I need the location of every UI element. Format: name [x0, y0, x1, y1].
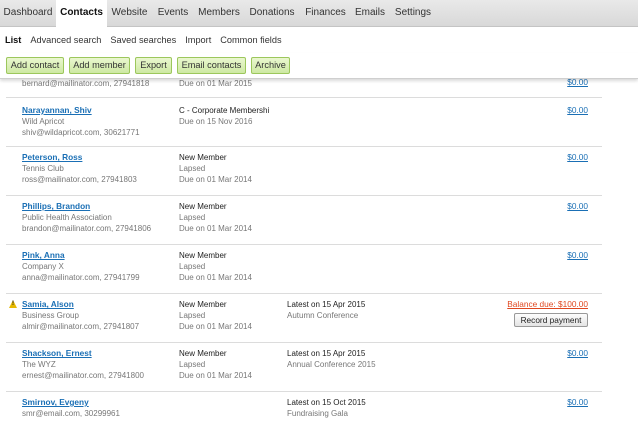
membership-level: New Member — [179, 202, 227, 211]
membership-due: Due on 01 Mar 2015 — [179, 79, 252, 88]
contact-row[interactable]: Smirnov, Evgeny smr@email.com, 30299961 … — [6, 392, 602, 429]
latest-event-name: Autumn Conference — [287, 311, 359, 320]
amount-link[interactable]: $0.00 — [567, 397, 588, 408]
contact-row[interactable]: bernard@mailinator.com, 27941818 Due on … — [6, 79, 602, 98]
contact-email: anna@mailinator.com, 27941799 — [22, 273, 140, 282]
contact-row[interactable]: Narayannan, Shiv Wild Apricot shiv@wilda… — [6, 98, 602, 147]
membership-due: Due on 15 Nov 2016 — [179, 117, 253, 126]
balance-due-link[interactable]: Balance due: $100.00 — [507, 299, 588, 310]
contacts-subnav: List Advanced search Saved searches Impo… — [0, 27, 638, 53]
tab-emails[interactable]: Emails — [351, 0, 389, 27]
contact-row[interactable]: Shackson, Ernest The WYZ ernest@mailinat… — [6, 343, 602, 392]
membership-due: Due on 01 Mar 2014 — [179, 322, 252, 331]
contacts-toolbar: Add contact Add member Export Email cont… — [0, 53, 638, 79]
add-member-button[interactable]: Add member — [69, 57, 130, 74]
contact-email: shiv@wildapricot.com, 30621771 — [22, 128, 140, 137]
latest-event-name: Annual Conference 2015 — [287, 360, 376, 369]
contact-name-link[interactable]: Phillips, Brandon — [22, 201, 90, 212]
latest-event-name: Fundraising Gala — [287, 409, 348, 418]
contact-organization: Company X — [22, 262, 64, 271]
membership-status: Lapsed — [179, 262, 206, 271]
tab-contacts[interactable]: Contacts — [56, 0, 107, 27]
contact-name-link[interactable]: Shackson, Ernest — [22, 348, 92, 359]
amount-link[interactable]: $0.00 — [567, 105, 588, 116]
email-contacts-button[interactable]: Email contacts — [177, 57, 246, 74]
archive-button[interactable]: Archive — [251, 57, 290, 74]
add-contact-button[interactable]: Add contact — [6, 57, 64, 74]
amount-link[interactable]: $0.00 — [567, 79, 588, 88]
membership-level: New Member — [179, 251, 227, 260]
tab-finances[interactable]: Finances — [300, 0, 351, 27]
membership-level: C - Corporate Membershi — [179, 106, 270, 115]
contact-organization: Business Group — [22, 311, 79, 320]
contact-email: smr@email.com, 30299961 — [22, 409, 120, 418]
subnav-list[interactable]: List — [5, 35, 21, 45]
membership-status: Lapsed — [179, 213, 206, 222]
tab-donations[interactable]: Donations — [244, 0, 300, 27]
contact-row[interactable]: Phillips, Brandon Public Health Associat… — [6, 196, 602, 245]
contact-email: bernard@mailinator.com, 27941818 — [22, 79, 150, 88]
subnav-common-fields[interactable]: Common fields — [220, 35, 281, 45]
membership-level: New Member — [179, 153, 227, 162]
tab-settings[interactable]: Settings — [389, 0, 437, 27]
membership-status: Lapsed — [179, 164, 206, 173]
contact-email: ernest@mailinator.com, 27941800 — [22, 371, 144, 380]
membership-status: Lapsed — [179, 360, 206, 369]
amount-link[interactable]: $0.00 — [567, 201, 588, 212]
membership-status: Lapsed — [179, 311, 206, 320]
contact-email: ross@mailinator.com, 27941803 — [22, 175, 137, 184]
membership-due: Due on 01 Mar 2014 — [179, 371, 252, 380]
membership-level: New Member — [179, 349, 227, 358]
contact-name-link[interactable]: Narayannan, Shiv — [22, 105, 92, 116]
contact-email: brandon@mailinator.com, 27941806 — [22, 224, 152, 233]
tab-members[interactable]: Members — [194, 0, 244, 27]
subnav-saved-searches[interactable]: Saved searches — [110, 35, 176, 45]
contact-name-link[interactable]: Peterson, Ross — [22, 152, 82, 163]
latest-event-date: Latest on 15 Oct 2015 — [287, 398, 366, 407]
contact-organization: Public Health Association — [22, 213, 112, 222]
contact-row[interactable]: ! Samia, Alson Business Group almir@mail… — [6, 294, 602, 343]
membership-level: New Member — [179, 300, 227, 309]
membership-due: Due on 01 Mar 2014 — [179, 224, 252, 233]
contact-organization: Wild Apricot — [22, 117, 65, 126]
contact-name-link[interactable]: Pink, Anna — [22, 250, 65, 261]
amount-link[interactable]: $0.00 — [567, 250, 588, 261]
amount-link[interactable]: $0.00 — [567, 152, 588, 163]
membership-due: Due on 01 Mar 2014 — [179, 273, 252, 282]
subnav-advanced-search[interactable]: Advanced search — [30, 35, 101, 45]
contact-organization: The WYZ — [22, 360, 56, 369]
contacts-list: bernard@mailinator.com, 27941818 Due on … — [0, 79, 638, 429]
export-button[interactable]: Export — [135, 57, 172, 74]
subnav-import[interactable]: Import — [185, 35, 211, 45]
contact-name-link[interactable]: Smirnov, Evgeny — [22, 397, 89, 408]
tab-dashboard[interactable]: Dashboard — [0, 0, 56, 27]
tab-events[interactable]: Events — [152, 0, 194, 27]
latest-event-date: Latest on 15 Apr 2015 — [287, 349, 366, 358]
latest-event-date: Latest on 15 Apr 2015 — [287, 300, 366, 309]
tab-website[interactable]: Website — [107, 0, 152, 27]
record-payment-button[interactable]: Record payment — [514, 313, 588, 327]
contact-email: almir@mailinator.com, 27941807 — [22, 322, 140, 331]
main-nav: Dashboard Contacts Website Events Member… — [0, 0, 638, 27]
contact-row[interactable]: Peterson, Ross Tennis Club ross@mailinat… — [6, 147, 602, 196]
list-scrollbar[interactable] — [627, 79, 638, 429]
warning-icon: ! — [9, 300, 17, 308]
membership-due: Due on 01 Mar 2014 — [179, 175, 252, 184]
amount-link[interactable]: $0.00 — [567, 348, 588, 359]
contact-row[interactable]: Pink, Anna Company X anna@mailinator.com… — [6, 245, 602, 294]
contact-name-link[interactable]: Samia, Alson — [22, 299, 74, 310]
contact-organization: Tennis Club — [22, 164, 64, 173]
